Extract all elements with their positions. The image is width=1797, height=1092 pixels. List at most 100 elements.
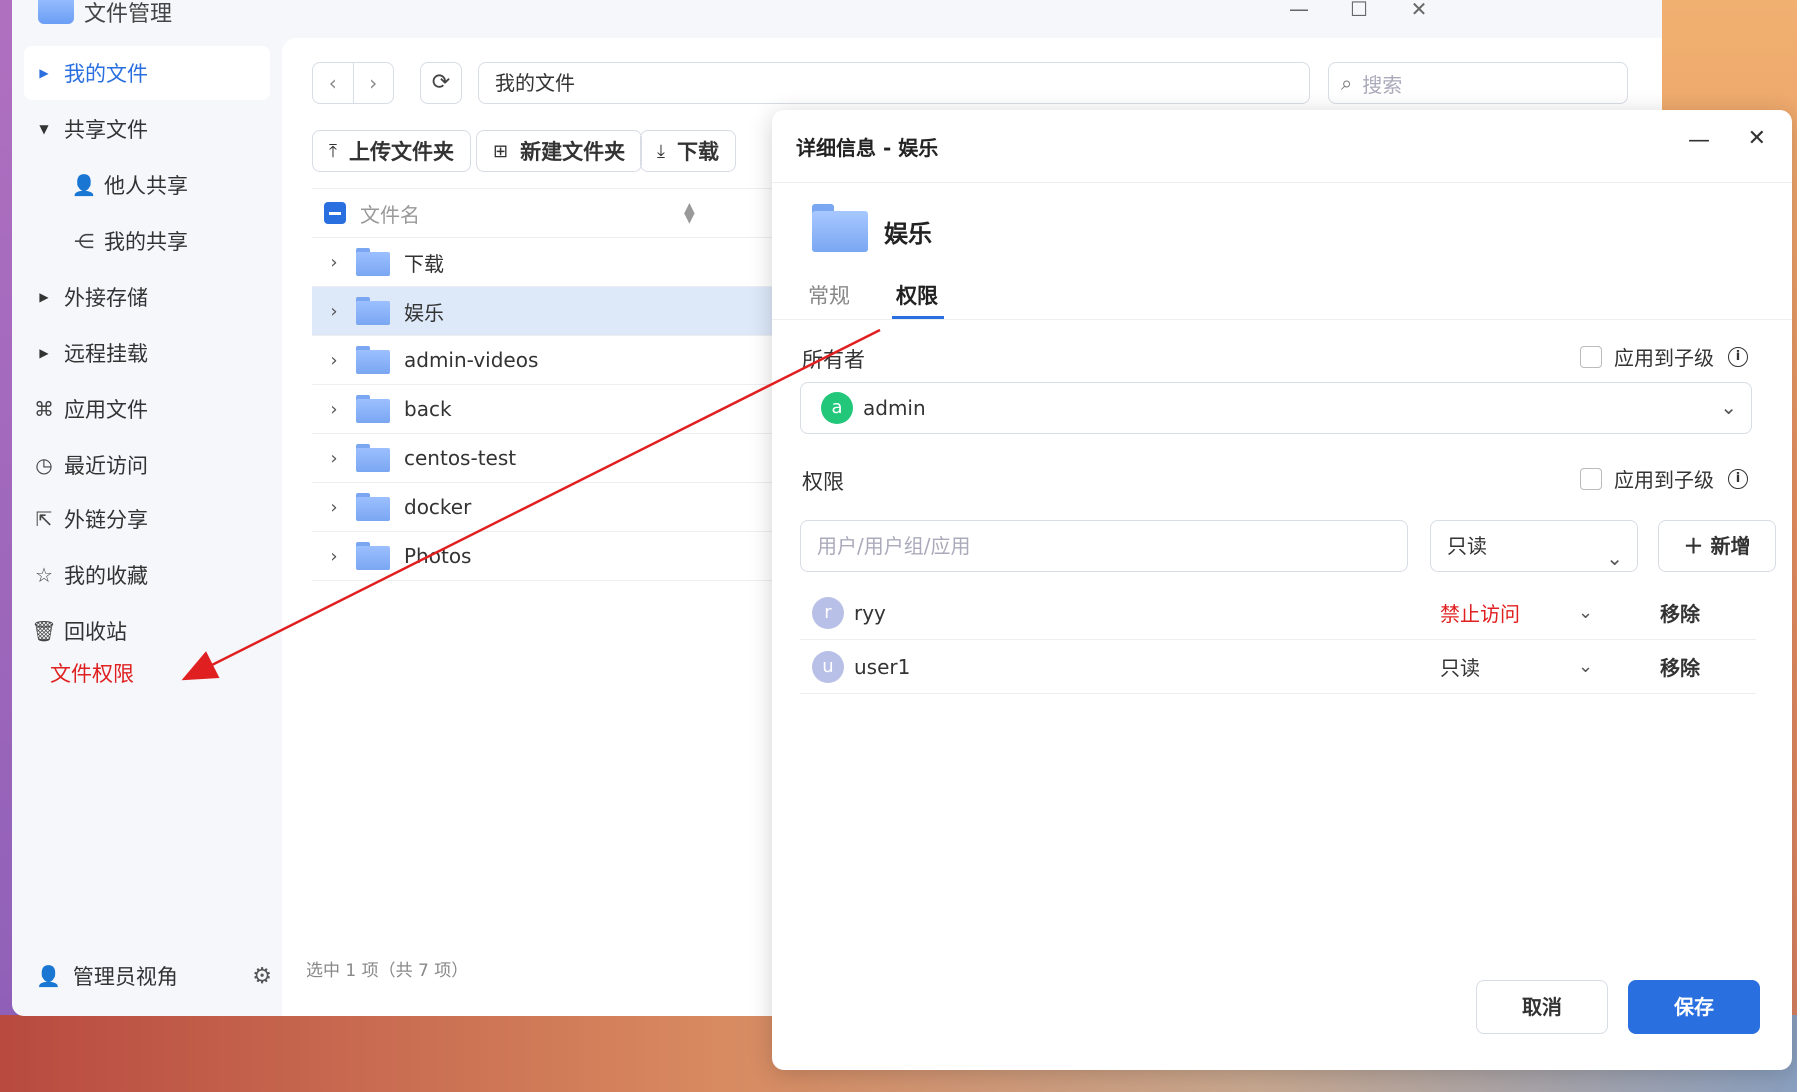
chevron-down-icon[interactable]: ⌄ — [1578, 602, 1593, 623]
sidebar-item-app-files[interactable]: ⌘ 应用文件 — [24, 382, 270, 436]
info-icon[interactable]: i — [1728, 346, 1748, 367]
button-label: 下载 — [676, 140, 719, 164]
expand-icon[interactable]: › — [312, 350, 356, 371]
share-icon: ⋲ — [74, 229, 94, 253]
folder-icon — [356, 297, 390, 325]
save-button[interactable]: 保存 — [1628, 980, 1760, 1034]
file-name: 娱乐 — [404, 300, 444, 325]
file-name: admin-videos — [404, 348, 539, 372]
permission-entry: r ryy 禁止访问 ⌄ 移除 — [800, 586, 1756, 640]
column-header-name[interactable]: 文件名 — [360, 199, 420, 228]
title-bar: 文件管理 — ☐ ✕ — [12, 0, 1662, 38]
user-icon: 👤 — [71, 173, 97, 197]
app-icon — [38, 0, 74, 24]
annotation-label: 文件权限 — [50, 662, 134, 686]
sidebar-item-label: 他人共享 — [104, 174, 188, 198]
checkbox-label: 应用到子级 — [1614, 346, 1714, 370]
sidebar-item-label: 远程挂载 — [64, 342, 148, 366]
sort-icon[interactable]: ▲ ▼ — [684, 201, 695, 225]
sidebar-item-trash[interactable]: 🗑 回收站 — [24, 604, 270, 658]
entry-user-name: user1 — [854, 654, 911, 679]
select-value: 只读 — [1447, 534, 1487, 558]
sidebar-item-label: 外接存储 — [64, 286, 148, 310]
chevron-down-icon: ⌄ — [1720, 395, 1737, 419]
checkbox-label: 应用到子级 — [1614, 468, 1714, 492]
sidebar-item-favorites[interactable]: ☆ 我的收藏 — [24, 548, 270, 602]
dialog-title: 详细信息 - 娱乐 — [796, 136, 939, 160]
trash-icon: 🗑 — [31, 619, 57, 643]
upload-icon: ⤒ — [329, 140, 337, 162]
expand-icon[interactable]: › — [312, 546, 356, 567]
caret-right-icon: ▶ — [39, 290, 49, 304]
sidebar-item-label: 共享文件 — [64, 118, 148, 142]
sidebar-item-label: 外链分享 — [64, 508, 148, 532]
external-link-icon: ⇱ — [35, 507, 53, 531]
select-all-checkbox[interactable] — [324, 202, 346, 224]
tab-general[interactable]: 常规 — [808, 280, 850, 310]
minimize-icon[interactable]: — — [1688, 128, 1710, 153]
divider — [772, 319, 1792, 320]
apply-child-checkbox[interactable] — [1580, 467, 1602, 490]
back-button[interactable]: ‹ — [313, 63, 354, 103]
perm-apply-to-children[interactable]: 应用到子级 i — [1580, 464, 1748, 493]
owner-select[interactable]: a admin ⌄ — [800, 382, 1752, 434]
admin-user-icon: 👤 — [36, 964, 61, 988]
close-icon[interactable]: ✕ — [1404, 0, 1434, 24]
expand-icon[interactable]: › — [312, 399, 356, 420]
tab-permissions[interactable]: 权限 — [896, 280, 938, 310]
add-permission-button[interactable]: ＋ 新增 — [1658, 520, 1776, 572]
sidebar-item-external-storage[interactable]: ▶ 外接存储 — [24, 270, 270, 324]
expand-icon[interactable]: › — [312, 301, 356, 322]
info-icon[interactable]: i — [1728, 468, 1748, 489]
refresh-button[interactable]: ⟳ — [420, 62, 462, 104]
sidebar-item-my-files[interactable]: ▶ 我的文件 — [24, 46, 270, 100]
permissions-label: 权限 — [802, 470, 844, 494]
upload-folder-button[interactable]: ⤒ 上传文件夹 — [312, 130, 471, 172]
apply-child-checkbox[interactable] — [1580, 345, 1602, 368]
search-icon: ⌕ — [1341, 71, 1353, 95]
expand-icon[interactable]: › — [312, 497, 356, 518]
path-input[interactable]: 我的文件 — [478, 62, 1310, 104]
details-dialog: 详细信息 - 娱乐 — ✕ 娱乐 常规 权限 所有者 应用到子级 i a adm… — [772, 110, 1792, 1070]
apps-icon: ⌘ — [34, 397, 54, 421]
expand-icon[interactable]: › — [312, 448, 356, 469]
entry-user-name: ryy — [854, 600, 886, 625]
folder-icon — [356, 444, 390, 472]
avatar: a — [821, 392, 853, 424]
folder-icon — [356, 395, 390, 423]
clock-icon: ◷ — [35, 453, 53, 477]
admin-view-label: 管理员视角 — [72, 965, 178, 989]
remove-button[interactable]: 移除 — [1660, 652, 1700, 681]
sidebar-item-recent[interactable]: ◷ 最近访问 — [24, 438, 270, 492]
sidebar-item-link-share[interactable]: ⇱ 外链分享 — [24, 492, 270, 546]
permission-level-select[interactable]: 只读 ⌄ — [1430, 520, 1638, 572]
close-icon[interactable]: ✕ — [1748, 126, 1766, 151]
new-folder-button[interactable]: ⊞ 新建文件夹 — [476, 130, 643, 172]
entry-level-select[interactable]: 禁止访问 — [1440, 598, 1520, 627]
sidebar-item-shared-by-others[interactable]: 👤 他人共享 — [24, 158, 270, 212]
download-button[interactable]: ⤓ 下载 — [640, 130, 736, 172]
user-group-input[interactable]: 用户/用户组/应用 — [800, 520, 1408, 572]
maximize-icon[interactable]: ☐ — [1344, 0, 1374, 24]
gear-icon[interactable]: ⚙ — [252, 964, 272, 989]
file-name: centos-test — [404, 446, 517, 470]
remove-button[interactable]: 移除 — [1660, 598, 1700, 627]
sidebar-item-shared-files[interactable]: ▼ 共享文件 — [24, 102, 270, 156]
expand-icon[interactable]: › — [312, 252, 356, 273]
owner-apply-to-children[interactable]: 应用到子级 i — [1580, 342, 1748, 371]
admin-view-toggle[interactable]: 👤 管理员视角 ⚙ — [36, 954, 272, 998]
chevron-down-icon: ⌄ — [1606, 546, 1623, 570]
caret-down-icon: ▼ — [39, 122, 49, 136]
entry-level-select[interactable]: 只读 — [1440, 652, 1480, 681]
folder-icon — [356, 542, 390, 570]
status-bar: 选中 1 项（共 7 项） — [306, 961, 469, 981]
sidebar-item-label: 我的收藏 — [64, 564, 148, 588]
forward-button[interactable]: › — [354, 63, 394, 103]
search-input[interactable]: ⌕ 搜索 — [1328, 62, 1628, 104]
chevron-down-icon[interactable]: ⌄ — [1578, 656, 1593, 677]
minimize-icon[interactable]: — — [1284, 0, 1314, 24]
history-nav: ‹ › — [312, 62, 394, 104]
sidebar-item-remote-mount[interactable]: ▶ 远程挂载 — [24, 326, 270, 380]
sidebar-item-my-shares[interactable]: ⋲ 我的共享 — [24, 214, 270, 268]
cancel-button[interactable]: 取消 — [1476, 980, 1608, 1034]
